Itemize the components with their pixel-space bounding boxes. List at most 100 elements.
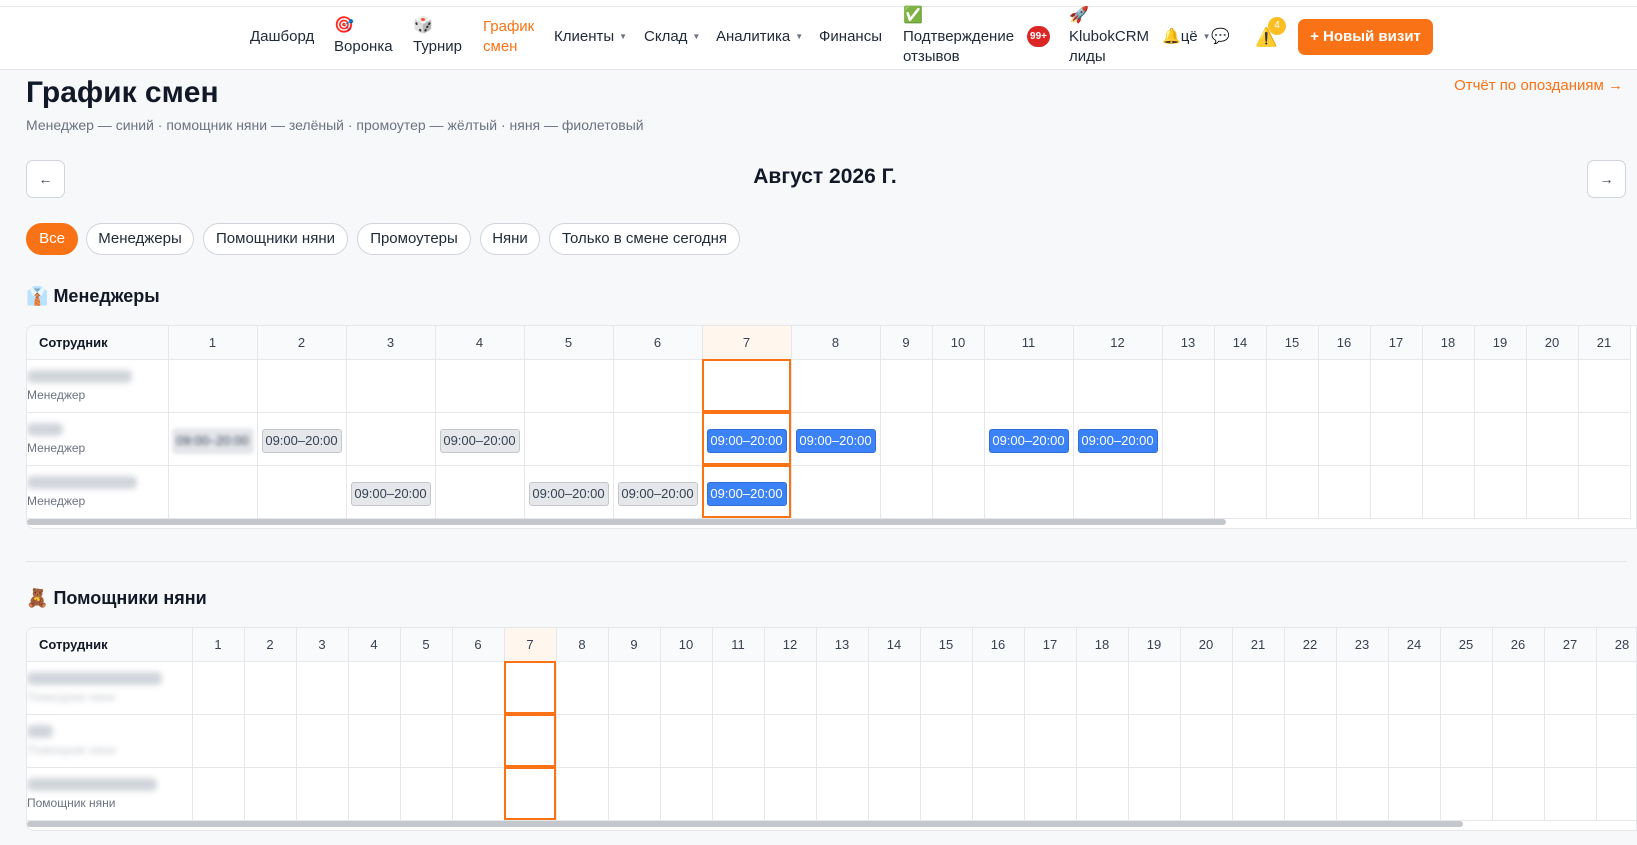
day-cell[interactable] [984,359,1074,413]
day-cell[interactable] [920,714,973,768]
day-cell[interactable] [972,767,1025,821]
day-cell[interactable] [613,412,703,466]
day-cell[interactable] [702,359,792,413]
day-cell[interactable] [1318,359,1371,413]
day-cell[interactable] [1544,661,1597,715]
day-cell[interactable] [1073,359,1163,413]
shift-block[interactable]: 09:00–20:00 [261,428,342,453]
day-cell[interactable] [920,661,973,715]
day-cell[interactable] [400,661,453,715]
day-cell[interactable] [1440,767,1493,821]
day-cell[interactable] [1422,465,1475,519]
day-cell[interactable] [816,661,869,715]
day-cell[interactable] [296,767,349,821]
day-cell[interactable] [1578,359,1631,413]
day-cell[interactable]: 09:00–20:00 [702,465,792,519]
filter-chip[interactable]: Промоутеры [357,223,471,255]
day-cell[interactable]: 09:00–20:00 [435,412,525,466]
day-cell[interactable]: 09:00–20:00 [346,465,436,519]
day-cell[interactable] [984,465,1074,519]
employee-cell[interactable]: Менеджер [27,412,169,466]
day-cell[interactable] [1162,359,1215,413]
day-cell[interactable]: 09:00–20:00 [257,412,347,466]
day-cell[interactable] [504,714,557,768]
nav-warehouse[interactable]: Склад ▼ [644,27,700,47]
day-cell[interactable] [1492,714,1545,768]
day-cell[interactable] [1596,714,1636,768]
day-cell[interactable]: 09:00–20:00 [791,412,881,466]
nav-funnel[interactable]: Воронка [334,37,393,57]
day-cell[interactable] [1596,767,1636,821]
employee-cell[interactable]: Менеджер [27,359,169,413]
filter-chip[interactable]: Менеджеры [86,223,194,255]
day-cell[interactable] [1076,661,1129,715]
day-cell[interactable] [1128,661,1181,715]
day-cell[interactable] [1578,465,1631,519]
day-cell[interactable] [816,714,869,768]
nav-tournament[interactable]: Турнир [413,37,462,57]
shift-block[interactable]: 09:00–20:00 [528,481,609,506]
day-cell[interactable] [244,767,297,821]
shift-block[interactable]: 09:00–20:00 [350,481,431,506]
shift-block[interactable]: 09:00–20:00 [172,428,253,453]
day-cell[interactable] [660,714,713,768]
day-cell[interactable] [192,661,245,715]
shift-block[interactable]: 09:00–20:00 [1077,428,1158,453]
day-cell[interactable] [504,767,557,821]
shift-block[interactable]: 09:00–20:00 [439,428,520,453]
day-cell[interactable] [452,661,505,715]
day-cell[interactable] [1284,661,1337,715]
day-cell[interactable] [556,661,609,715]
day-cell[interactable] [1318,412,1371,466]
day-cell[interactable] [1128,767,1181,821]
day-cell[interactable] [1336,714,1389,768]
day-cell[interactable] [1370,465,1423,519]
day-cell[interactable] [452,714,505,768]
day-cell[interactable] [791,465,881,519]
day-cell[interactable] [1578,412,1631,466]
user-menu[interactable]: 🔔цё ▼ [1162,27,1211,47]
day-cell[interactable] [932,412,985,466]
nav-schedule[interactable]: График смен [483,17,534,57]
day-cell[interactable] [1474,465,1527,519]
day-cell[interactable] [1388,714,1441,768]
nav-analytics[interactable]: Аналитика ▼ [716,27,803,47]
employee-cell[interactable]: Помощник няни [27,767,193,821]
day-cell[interactable] [1596,661,1636,715]
day-cell[interactable] [880,359,933,413]
day-cell[interactable] [1492,661,1545,715]
day-cell[interactable] [524,359,614,413]
day-cell[interactable] [712,767,765,821]
day-cell[interactable] [608,661,661,715]
filter-chip[interactable]: Только в смене сегодня [549,223,740,255]
day-cell[interactable] [1422,359,1475,413]
nav-finance[interactable]: Финансы [819,27,882,47]
day-cell[interactable] [168,465,258,519]
day-cell[interactable] [257,359,347,413]
day-cell[interactable] [880,412,933,466]
day-cell[interactable] [1474,412,1527,466]
day-cell[interactable] [1162,465,1215,519]
day-cell[interactable] [296,661,349,715]
day-cell[interactable] [1544,767,1597,821]
day-cell[interactable] [712,714,765,768]
day-cell[interactable] [1180,767,1233,821]
day-cell[interactable] [296,714,349,768]
day-cell[interactable] [1284,714,1337,768]
day-cell[interactable] [660,767,713,821]
day-cell[interactable] [1544,714,1597,768]
nav-reviews[interactable]: Подтверждение отзывов [903,27,1014,67]
day-cell[interactable]: 09:00–20:00 [613,465,703,519]
day-cell[interactable]: 09:00–20:00 [702,412,792,466]
day-cell[interactable] [348,767,401,821]
day-cell[interactable] [1440,661,1493,715]
day-cell[interactable] [880,465,933,519]
day-cell[interactable] [1266,359,1319,413]
employee-cell[interactable]: Помощник няни [27,714,193,768]
lateness-report-link[interactable]: Отчёт по опозданиям → [1454,77,1623,94]
day-cell[interactable] [435,359,525,413]
shift-block[interactable]: 09:00–20:00 [706,481,787,506]
day-cell[interactable] [346,412,436,466]
next-month-button[interactable]: → [1587,160,1626,198]
day-cell[interactable] [524,412,614,466]
